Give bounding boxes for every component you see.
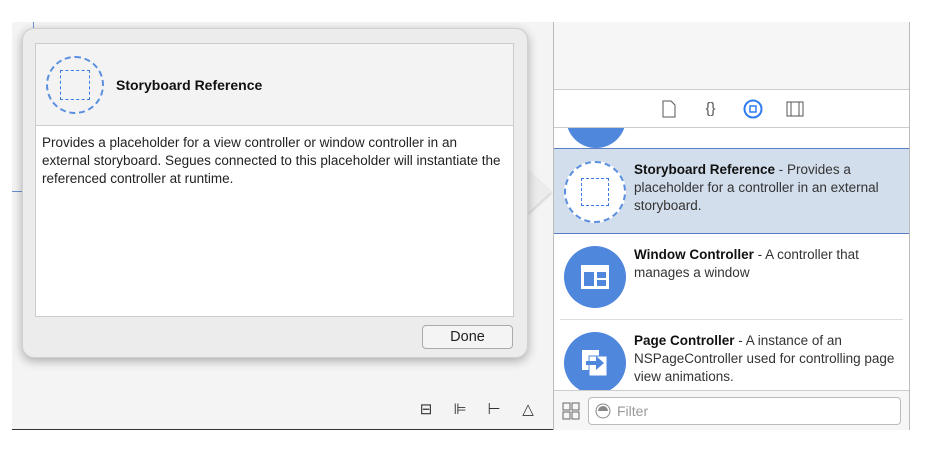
file-icon — [662, 100, 675, 117]
inspector-area — [554, 22, 909, 90]
canvas-guide — [12, 191, 22, 192]
page-controller-icon — [564, 332, 626, 390]
popover-title: Storyboard Reference — [116, 76, 263, 93]
list-item-storyboard-reference[interactable]: Storyboard Reference - Provides a placeh… — [554, 148, 909, 234]
storyboard-reference-icon — [46, 55, 104, 114]
grid-view-icon[interactable] — [562, 402, 580, 420]
embed-in-stack-icon[interactable]: ⊟ — [415, 400, 437, 418]
media-icon — [786, 101, 803, 116]
list-item[interactable] — [554, 128, 909, 150]
done-button[interactable]: Done — [422, 325, 513, 349]
window-controller-icon — [564, 246, 626, 308]
item-name: Storyboard Reference — [634, 162, 776, 177]
filter-icon — [595, 403, 611, 418]
file-template-tab[interactable] — [659, 99, 679, 119]
braces-icon: {} — [705, 100, 716, 117]
filter-input[interactable]: Filter — [588, 396, 901, 425]
list-item-window-controller[interactable]: Window Controller - A controller that ma… — [560, 234, 903, 320]
help-popover: Storyboard Reference Provides a placehol… — [22, 28, 528, 358]
media-library-tab[interactable] — [785, 99, 805, 119]
list-item-page-controller[interactable]: Page Controller - A instance of an NSPag… — [554, 320, 909, 390]
align-icon[interactable]: ⊫ — [449, 400, 471, 418]
filter-bar: Filter — [554, 390, 909, 430]
popover-header: Storyboard Reference — [35, 43, 514, 126]
canvas-toolbar: ⊟ ⊫ ⊢ △ — [415, 400, 539, 418]
item-name: Window Controller — [634, 247, 754, 262]
item-name: Page Controller — [634, 333, 735, 348]
popover-description: Provides a placeholder for a view contro… — [35, 125, 514, 317]
library-tabs: {} — [554, 90, 909, 128]
object-library-list[interactable]: Storyboard Reference - Provides a placeh… — [554, 128, 909, 390]
code-snippet-tab[interactable]: {} — [701, 99, 721, 119]
resolve-issues-icon[interactable]: △ — [517, 400, 539, 418]
object-library-tab[interactable] — [743, 99, 763, 119]
popover-arrow — [527, 170, 551, 214]
pin-icon[interactable]: ⊢ — [483, 400, 505, 418]
utilities-panel: {} Storyboard Reference - Provides a pla… — [553, 22, 910, 430]
filter-placeholder: Filter — [617, 402, 649, 419]
controller-icon — [566, 128, 626, 148]
storyboard-reference-icon — [564, 161, 626, 223]
object-icon — [743, 99, 762, 118]
